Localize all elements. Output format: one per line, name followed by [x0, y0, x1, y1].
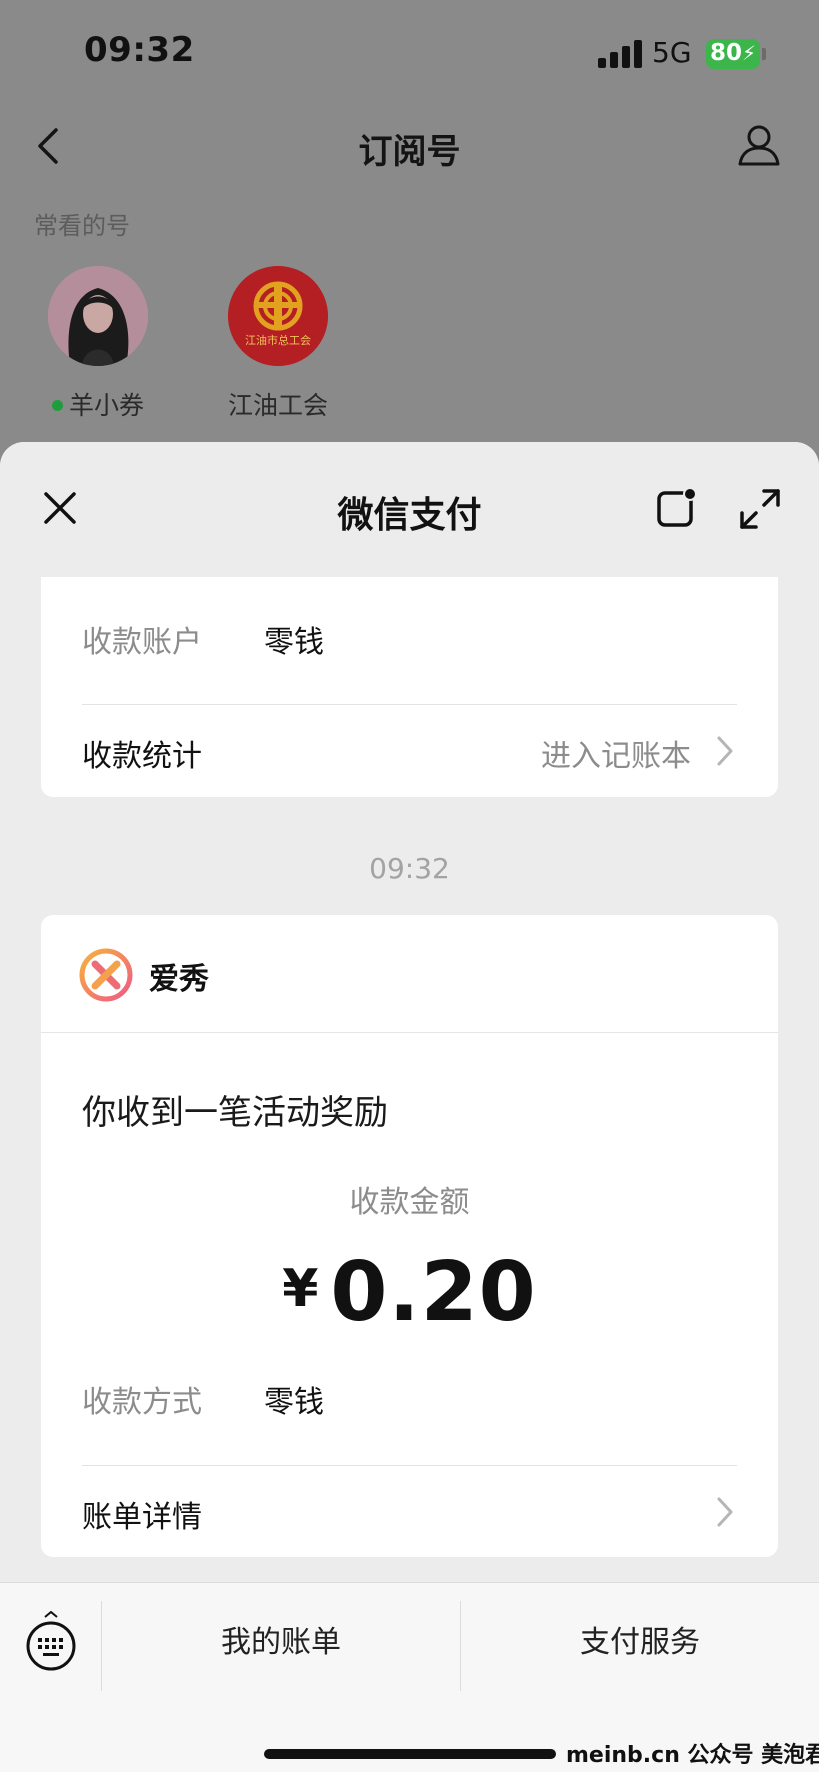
profile-icon: [738, 125, 780, 166]
bill-details-row[interactable]: 账单详情: [82, 1492, 737, 1536]
amount-label: 收款金额: [349, 1185, 470, 1220]
divider: [82, 1465, 737, 1466]
currency-symbol: ¥: [282, 1259, 319, 1319]
payment-method-value: 零钱: [264, 1385, 324, 1420]
keyboard-icon: [26, 1610, 76, 1671]
menu-payment-services[interactable]: 支付服务: [460, 1617, 819, 1661]
profile-button[interactable]: [736, 122, 782, 168]
frequent-account-item[interactable]: 江油市总工会 江油工会: [213, 266, 343, 422]
watermark-text: meinb.cn 公众号 美泡君: [566, 1743, 819, 1768]
chevron-right-icon: [717, 1497, 733, 1527]
account-name: 江油工会: [227, 391, 328, 420]
receiving-account-value: 零钱: [264, 625, 324, 660]
signal-icon: [598, 40, 642, 68]
union-logo-text: 江油市总工会: [245, 334, 311, 347]
notification-text: 你收到一笔活动奖励: [82, 1093, 388, 1133]
avatar: [48, 266, 148, 366]
receiving-account-row: 收款账户 零钱: [82, 617, 737, 660]
divider: [82, 704, 737, 705]
merchant-name: 爱秀: [149, 962, 209, 997]
expand-button[interactable]: [738, 487, 782, 531]
page-title: 订阅号: [358, 132, 461, 172]
chevron-right-icon: [717, 736, 733, 766]
collection-stats-label: 收款统计: [82, 739, 202, 774]
frequent-account-item[interactable]: 羊小券: [33, 266, 163, 422]
status-time: 09:32: [84, 30, 195, 70]
floating-window-button[interactable]: [656, 487, 698, 529]
message-timestamp: 09:32: [369, 852, 450, 885]
charging-icon: ⚡: [741, 41, 756, 65]
collection-stats-row[interactable]: 收款统计 进入记账本: [82, 731, 737, 775]
merchant-logo-icon: [79, 948, 133, 1002]
network-label: 5G: [652, 36, 692, 69]
amount-display: ¥0.20: [41, 1245, 778, 1340]
frequent-accounts-label: 常看的号: [34, 212, 130, 240]
collection-summary-card: 收款账户 零钱 收款统计 进入记账本: [41, 577, 778, 797]
bill-details-label: 账单详情: [82, 1500, 202, 1535]
keyboard-toggle-button[interactable]: [24, 1610, 78, 1671]
menu-my-bills[interactable]: 我的账单: [101, 1617, 461, 1661]
floating-window-icon: [657, 487, 697, 527]
amount-value: 0.20: [330, 1245, 537, 1340]
expand-icon: [740, 489, 780, 529]
battery-level: 80: [710, 40, 743, 66]
nav-bar: 订阅号: [0, 110, 819, 180]
payment-method-label: 收款方式: [82, 1385, 202, 1420]
status-bar: 09:32 5G 80 ⚡: [0, 0, 819, 100]
account-name: 羊小券: [33, 386, 163, 422]
merchant-header[interactable]: 爱秀: [41, 915, 778, 1033]
payment-method-row: 收款方式 零钱: [82, 1377, 737, 1420]
battery-icon: 80 ⚡: [706, 39, 760, 69]
home-indicator: [264, 1749, 556, 1759]
sheet-header: 微信支付: [0, 442, 819, 577]
online-dot: [51, 399, 63, 411]
avatar: 江油市总工会: [228, 266, 328, 366]
payment-notification-card[interactable]: 爱秀 你收到一笔活动奖励 收款金额 ¥0.20 收款方式 零钱 账单详情: [41, 915, 778, 1557]
ledger-link[interactable]: 进入记账本: [541, 731, 691, 775]
background-page: 09:32 5G 80 ⚡ 订阅号 常看的号 羊小券 江油市总工会 江油工会: [0, 0, 819, 460]
battery-cap: [762, 48, 766, 60]
bottom-menu-bar: 我的账单 支付服务 meinb.cn 公众号 美泡君: [0, 1582, 819, 1772]
receiving-account-label: 收款账户: [82, 625, 202, 660]
